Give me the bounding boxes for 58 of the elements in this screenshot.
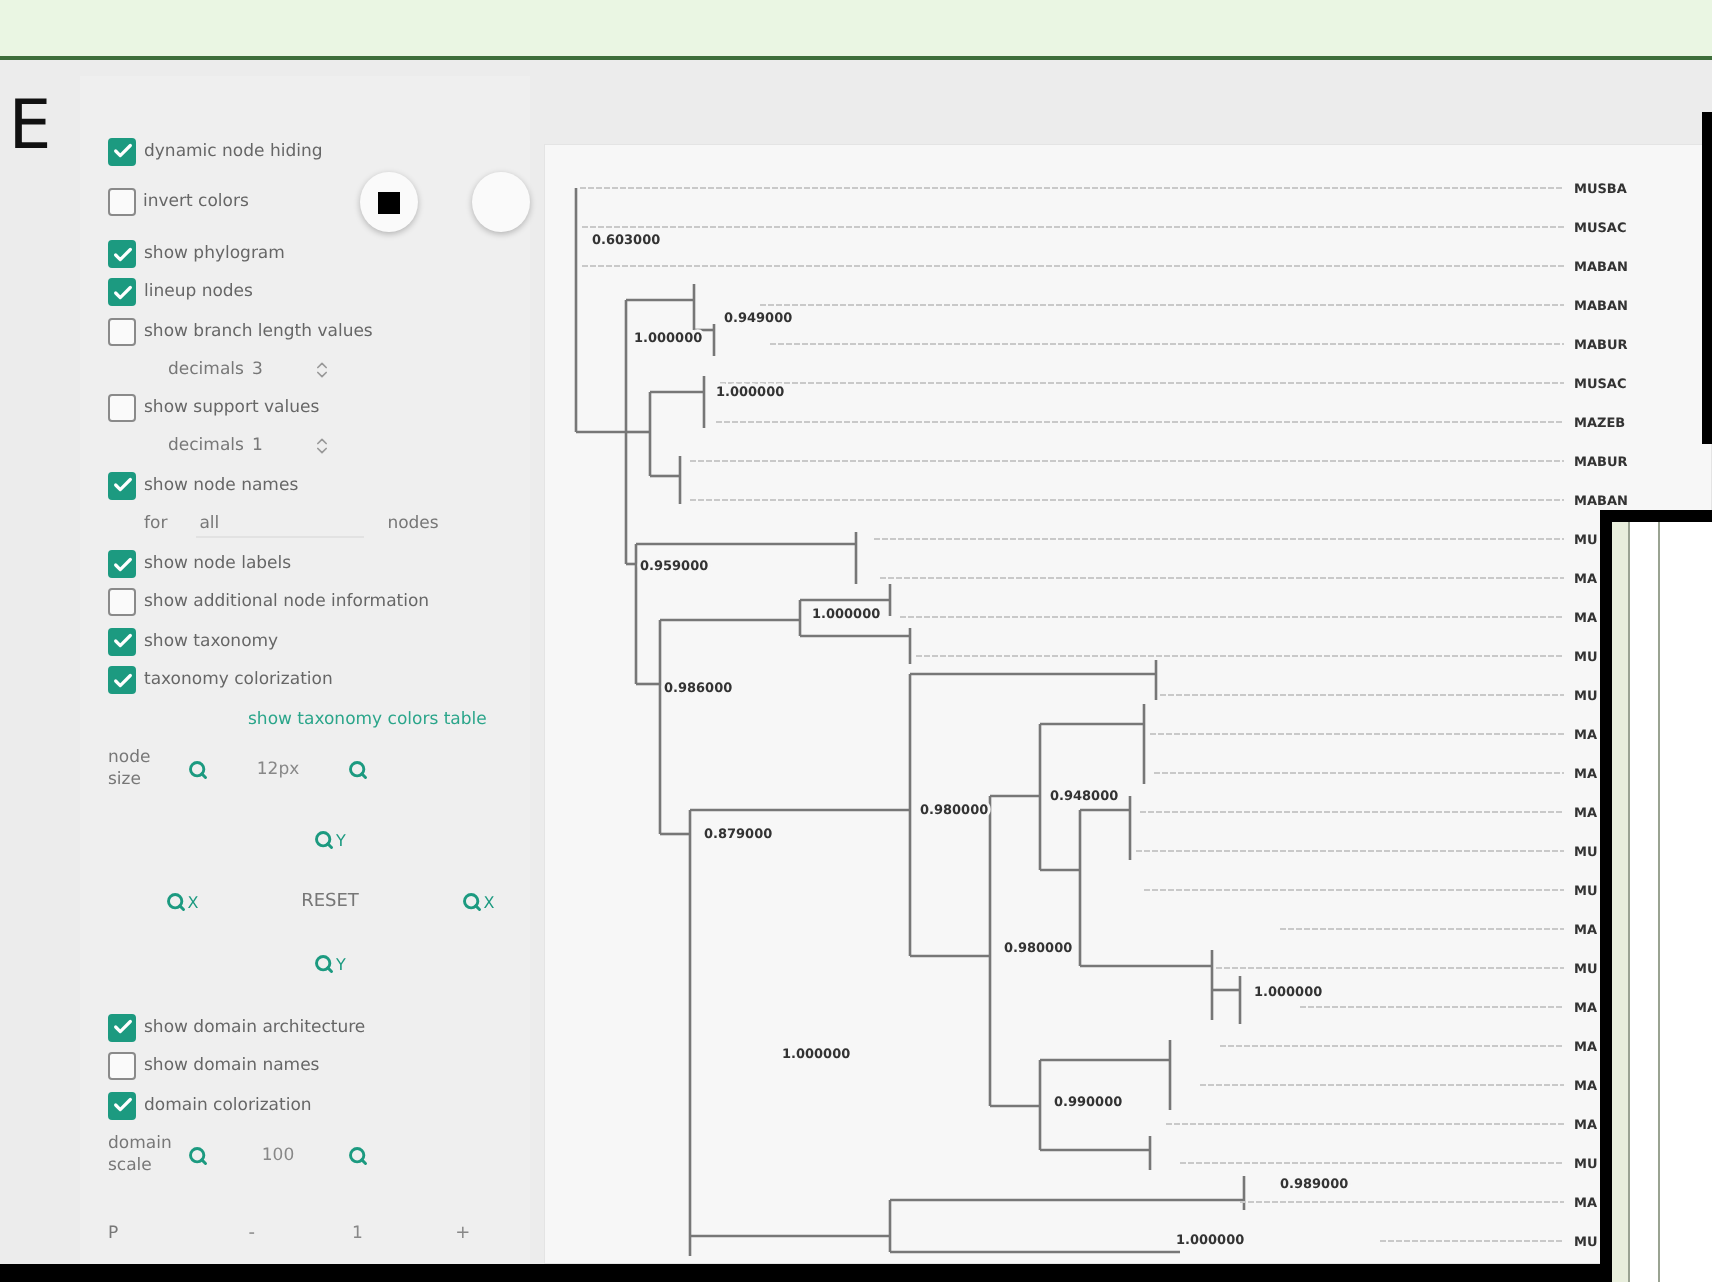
checkbox-label: show node names bbox=[144, 475, 299, 496]
colors-table-link[interactable]: show taxonomy colors table bbox=[248, 709, 487, 730]
scale-value: 12px bbox=[254, 759, 302, 780]
spinner-value[interactable]: 1 bbox=[251, 436, 304, 457]
checkbox[interactable] bbox=[108, 627, 136, 656]
spinner-label: decimals bbox=[168, 436, 244, 457]
spinner-arrows-icon[interactable] bbox=[311, 360, 332, 381]
spinner-value[interactable]: 3 bbox=[251, 360, 304, 381]
scale-label: node size bbox=[108, 747, 153, 792]
checkbox[interactable] bbox=[108, 1091, 136, 1119]
checkbox[interactable] bbox=[108, 1052, 136, 1081]
checkbox[interactable] bbox=[108, 278, 136, 307]
checkbox-label: taxonomy colorization bbox=[144, 670, 333, 691]
zoom-button[interactable] bbox=[188, 1146, 208, 1167]
checkbox-label: lineup nodes bbox=[144, 282, 253, 303]
panel-letter: E bbox=[8, 92, 52, 160]
checkbox[interactable] bbox=[108, 550, 136, 579]
reset-button[interactable]: RESET bbox=[297, 888, 363, 917]
checkbox-label: domain colorization bbox=[144, 1095, 312, 1115]
checkbox[interactable] bbox=[108, 471, 136, 500]
checkbox-label: show additional node information bbox=[144, 592, 430, 613]
scale-label: domain scale bbox=[108, 1134, 174, 1179]
checkbox[interactable] bbox=[108, 137, 136, 166]
color-swatch-button[interactable] bbox=[360, 172, 419, 233]
checkbox-label: invert colors bbox=[143, 192, 249, 213]
scale-value: 100 bbox=[259, 1146, 297, 1167]
checkbox-label: show domain names bbox=[144, 1056, 320, 1077]
zoom-button[interactable]: X bbox=[165, 892, 199, 913]
checkbox[interactable] bbox=[108, 394, 136, 423]
checkbox[interactable] bbox=[108, 666, 136, 695]
zoom-button[interactable] bbox=[348, 1146, 368, 1167]
filter-field[interactable]: all bbox=[195, 511, 364, 538]
checkbox-label: show domain architecture bbox=[144, 1017, 366, 1038]
stepper-value: 1 bbox=[349, 1224, 365, 1245]
filter-label: for bbox=[144, 514, 168, 535]
decrement-button[interactable]: - bbox=[184, 1224, 319, 1245]
checkbox-label: show taxonomy bbox=[144, 631, 279, 652]
zoom-button[interactable] bbox=[188, 759, 208, 780]
zoom-button[interactable]: X bbox=[461, 892, 495, 913]
stepper-label: P bbox=[108, 1223, 121, 1246]
checkbox[interactable] bbox=[108, 188, 135, 217]
checkbox[interactable] bbox=[108, 588, 136, 617]
checkbox[interactable] bbox=[108, 1013, 136, 1042]
checkbox-label: show branch length values bbox=[144, 321, 373, 342]
zoom-button[interactable]: Y bbox=[314, 830, 346, 851]
spinner-label: decimals bbox=[168, 360, 244, 381]
checkbox[interactable] bbox=[108, 240, 136, 269]
zoom-button[interactable]: Y bbox=[314, 954, 346, 975]
spinner-arrows-icon[interactable] bbox=[311, 436, 332, 457]
checkbox-label: dynamic node hiding bbox=[144, 141, 323, 162]
increment-button[interactable]: + bbox=[395, 1224, 530, 1245]
filter-suffix: nodes bbox=[387, 514, 439, 535]
color-swatch-button[interactable] bbox=[472, 172, 530, 233]
checkbox[interactable] bbox=[108, 317, 136, 346]
checkbox-label: show phylogram bbox=[144, 244, 285, 265]
checkbox-label: show support values bbox=[144, 398, 320, 419]
checkbox-label: show node labels bbox=[144, 554, 292, 575]
zoom-button[interactable] bbox=[348, 759, 368, 780]
